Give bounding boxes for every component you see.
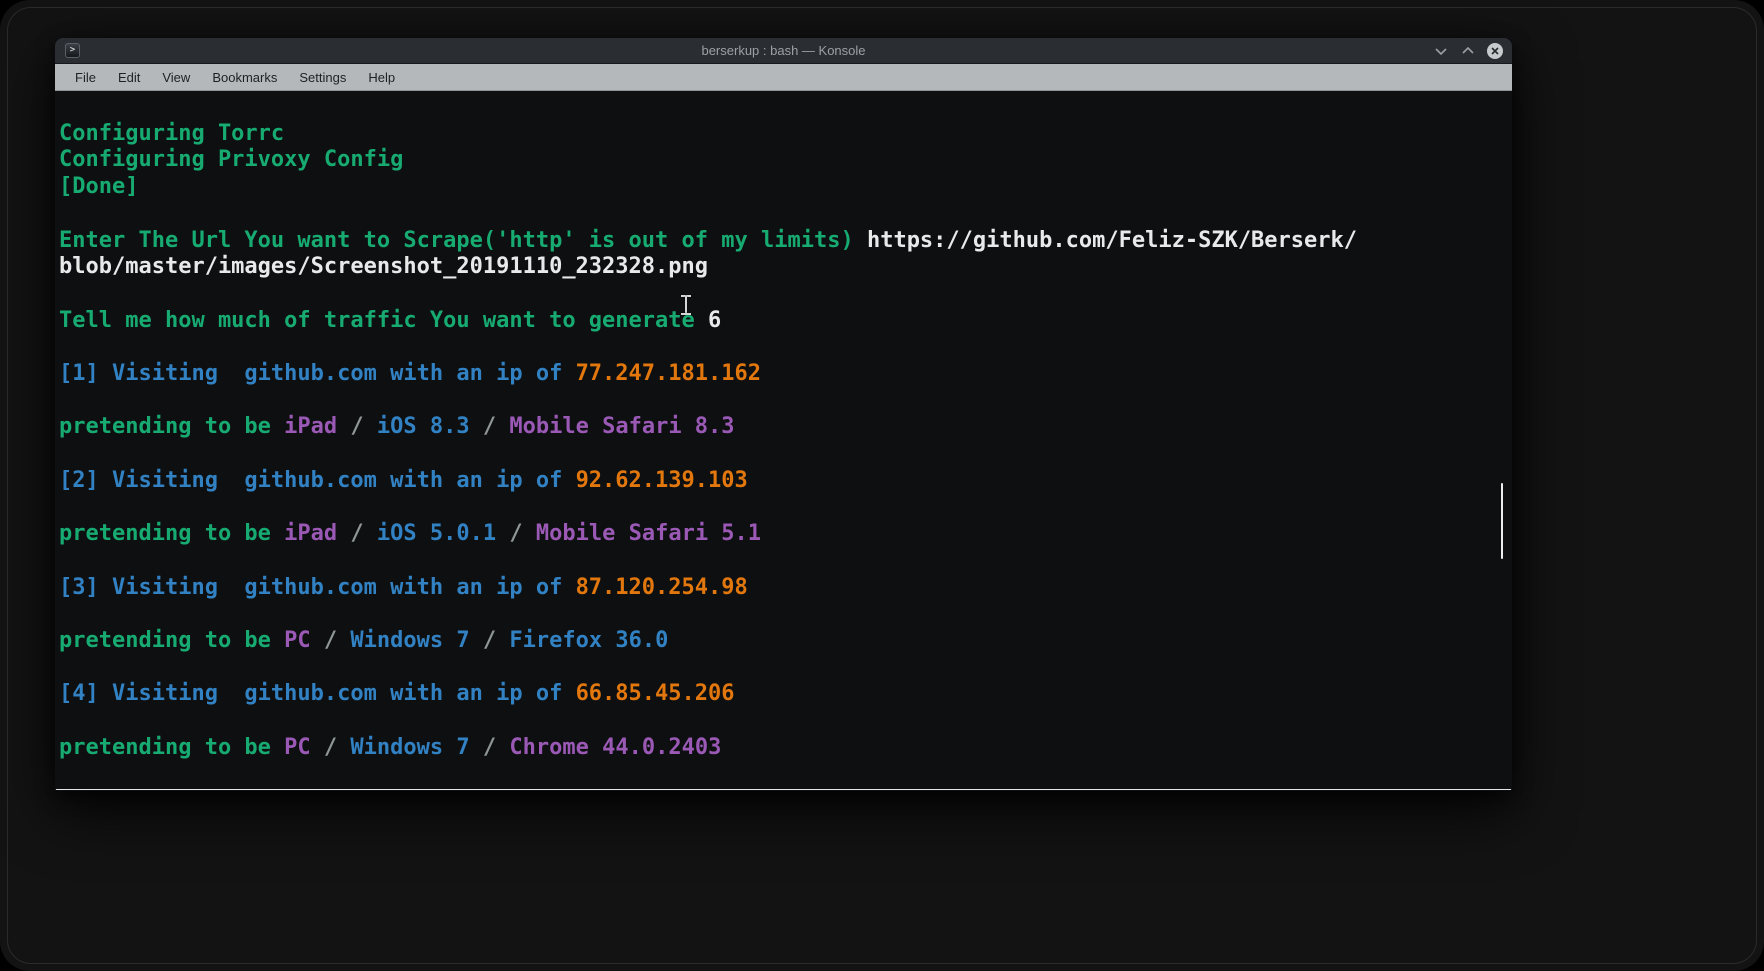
terminal-line: [4] Visiting github.com with an ip of 66… <box>59 681 735 707</box>
menu-item-bookmarks[interactable]: Bookmarks <box>201 64 288 90</box>
terminal-output: Configuring Torrc Configuring Privoxy Con… <box>59 94 1496 762</box>
title-bar[interactable]: > berserkup : bash — Konsole <box>55 38 1512 64</box>
window-title: berserkup : bash — Konsole <box>701 43 866 58</box>
window-controls <box>1433 38 1503 63</box>
terminal-line: Tell me how much of traffic You want to … <box>59 307 722 333</box>
chevron-up-icon <box>1462 43 1474 58</box>
menu-item-file[interactable]: File <box>64 64 107 90</box>
menu-item-view[interactable]: View <box>151 64 201 90</box>
terminal-line: pretending to be PC / Windows 7 / Firefo… <box>59 628 669 654</box>
maximize-button[interactable] <box>1460 43 1476 59</box>
menu-bar: File Edit View Bookmarks Settings Help <box>55 64 1512 91</box>
terminal-line: [2] Visiting github.com with an ip of 92… <box>59 467 748 493</box>
terminal-line: blob/master/images/Screenshot_20191110_2… <box>59 254 709 280</box>
close-circle-icon <box>1487 42 1503 59</box>
minimize-button[interactable] <box>1433 43 1449 59</box>
terminal-line: Configuring Privoxy Config <box>59 147 404 173</box>
scrollbar-track[interactable] <box>1498 91 1508 789</box>
terminal-line: Enter The Url You want to Scrape('http' … <box>59 227 1358 253</box>
menu-item-edit[interactable]: Edit <box>107 64 151 90</box>
terminal-line: pretending to be iPad / iOS 5.0.1 / Mobi… <box>59 521 762 547</box>
terminal-line: [3] Visiting github.com with an ip of 87… <box>59 574 748 600</box>
menu-item-help[interactable]: Help <box>357 64 406 90</box>
terminal-line: [Done] <box>59 174 139 200</box>
desktop-backdrop: > berserkup : bash — Konsole File Edit V… <box>0 0 1764 971</box>
close-button[interactable] <box>1487 42 1503 59</box>
konsole-window: > berserkup : bash — Konsole File Edit V… <box>55 38 1512 791</box>
terminal-line: Configuring Torrc <box>59 120 285 146</box>
terminal-line: pretending to be iPad / iOS 8.3 / Mobile… <box>59 414 735 440</box>
terminal-viewport[interactable]: Configuring Torrc Configuring Privoxy Con… <box>55 91 1512 790</box>
terminal-line: [1] Visiting github.com with an ip of 77… <box>59 361 761 387</box>
terminal-line: pretending to be PC / Windows 7 / Chrome… <box>59 734 722 760</box>
scrollbar-thumb[interactable] <box>1501 483 1503 559</box>
menu-item-settings[interactable]: Settings <box>288 64 357 90</box>
chevron-down-icon <box>1435 43 1447 58</box>
